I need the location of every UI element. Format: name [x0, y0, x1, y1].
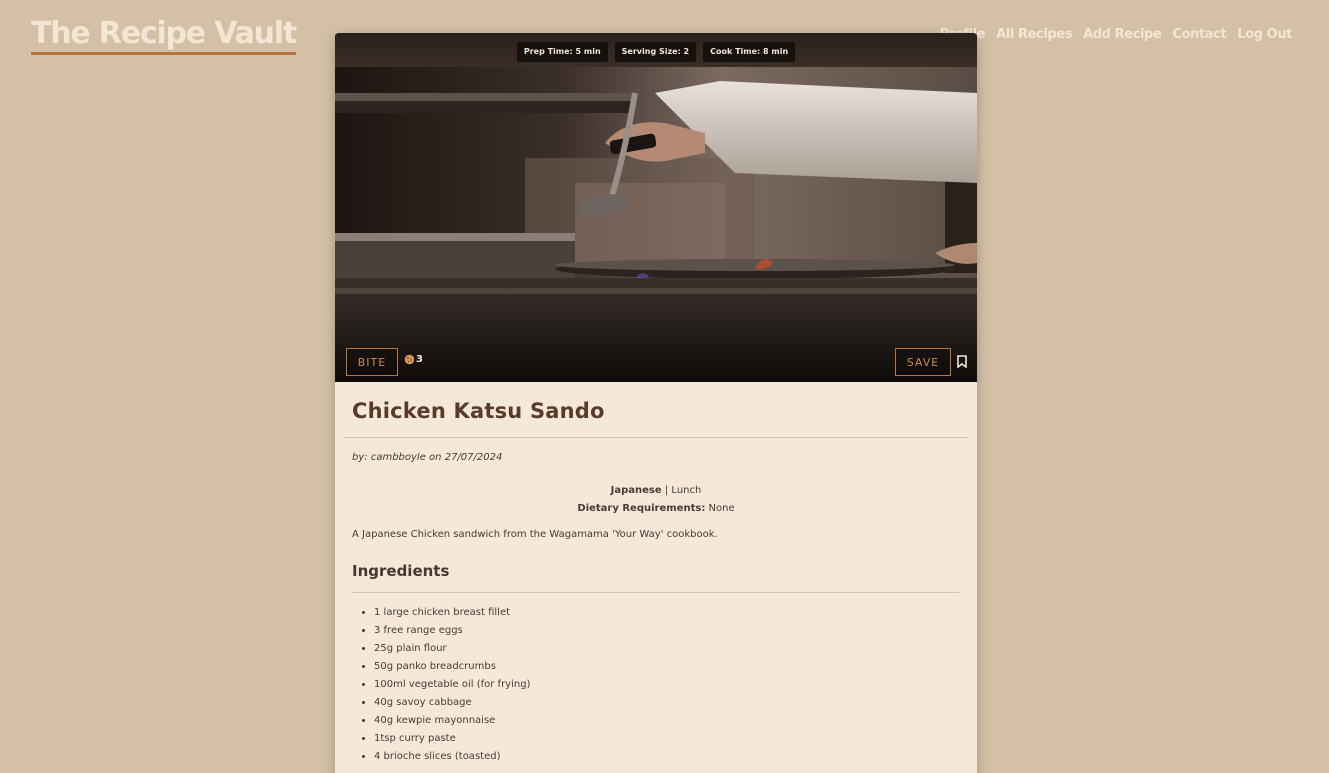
ingredient-item: 1tsp curry paste — [374, 730, 960, 748]
serving-size-badge: Serving Size: 2 — [614, 42, 697, 62]
recipe-meta: Japanese | Lunch Dietary Requirements: N… — [352, 482, 960, 518]
recipe-content: Chicken Katsu Sando by: cambboyle on 27/… — [335, 399, 977, 766]
recipe-photo — [335, 33, 977, 382]
nav-add-recipe[interactable]: Add Recipe — [1083, 27, 1162, 43]
ingredient-item: 4 brioche slices (toasted) — [374, 748, 960, 766]
byline-on: on — [429, 452, 442, 463]
bite-button[interactable]: BITE — [346, 348, 398, 376]
meal-type: Lunch — [671, 485, 702, 496]
ingredient-item: 3 free range eggs — [374, 622, 960, 640]
save-button[interactable]: SAVE — [895, 348, 951, 376]
recipe-card: Prep Time: 5 min Serving Size: 2 Cook Ti… — [335, 33, 977, 773]
bookmark-icon[interactable] — [957, 355, 967, 368]
recipe-date: 27/07/2024 — [444, 452, 503, 463]
nav-log-out[interactable]: Log Out — [1237, 27, 1292, 43]
byline-prefix: by: — [352, 452, 368, 463]
ingredient-item: 1 large chicken breast fillet — [374, 604, 960, 622]
ingredient-item: 25g plain flour — [374, 640, 960, 658]
bite-count-value: 3 — [416, 354, 423, 365]
bite-count: 3 — [404, 354, 423, 365]
cookie-icon — [404, 354, 415, 365]
site-logo[interactable]: The Recipe Vault — [31, 16, 297, 55]
dietary-value: None — [708, 503, 735, 514]
cook-time-badge: Cook Time: 8 min — [703, 42, 796, 62]
cuisine: Japanese — [610, 485, 662, 496]
ingredient-item: 100ml vegetable oil (for frying) — [374, 676, 960, 694]
recipe-byline: by: cambboyle on 27/07/2024 — [352, 452, 960, 464]
nav-contact[interactable]: Contact — [1172, 27, 1226, 43]
recipe-hero: Prep Time: 5 min Serving Size: 2 Cook Ti… — [335, 33, 977, 382]
ingredients-heading: Ingredients — [352, 562, 450, 580]
divider — [352, 592, 959, 593]
main-nav: Profile All Recipes Add Recipe Contact L… — [940, 27, 1293, 43]
dietary-label: Dietary Requirements: — [577, 503, 706, 514]
recipe-title: Chicken Katsu Sando — [352, 399, 605, 423]
ingredient-item: 40g kewpie mayonnaise — [374, 712, 960, 730]
meta-separator: | — [664, 485, 669, 496]
ingredient-item: 50g panko breadcrumbs — [374, 658, 960, 676]
recipe-info-badges: Prep Time: 5 min Serving Size: 2 Cook Ti… — [335, 42, 977, 62]
ingredients-list: 1 large chicken breast fillet 3 free ran… — [352, 604, 960, 766]
ingredient-item: 40g savoy cabbage — [374, 694, 960, 712]
prep-time-badge: Prep Time: 5 min — [516, 42, 608, 62]
nav-all-recipes[interactable]: All Recipes — [996, 27, 1072, 43]
recipe-description: A Japanese Chicken sandwich from the Wag… — [352, 529, 718, 540]
divider — [344, 437, 968, 438]
author-name[interactable]: cambboyle — [371, 452, 426, 463]
